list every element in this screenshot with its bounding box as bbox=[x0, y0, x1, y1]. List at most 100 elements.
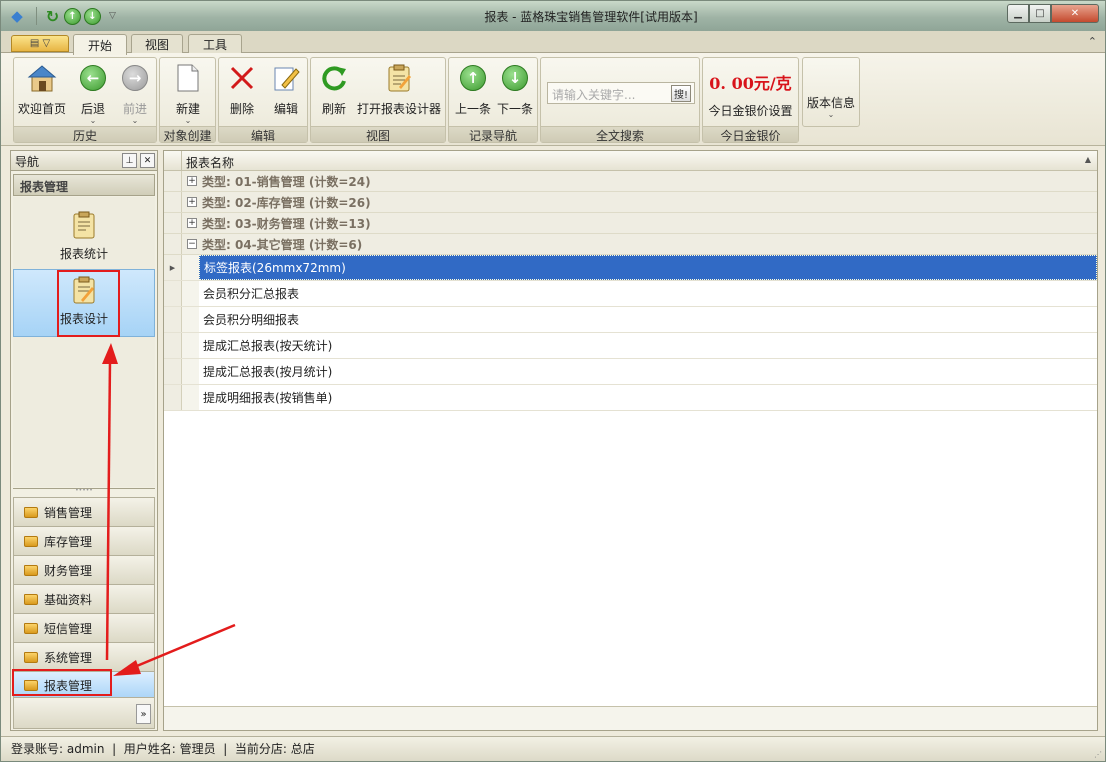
nav-bar-finance[interactable]: 财务管理 bbox=[13, 555, 155, 584]
report-grid: 报表名称 ▲ + 类型: 01-销售管理 (计数=24) + 类型: 02-库存管理 … bbox=[163, 150, 1098, 731]
table-row[interactable]: 提成汇总报表(按天统计) bbox=[164, 333, 1097, 359]
group-search-label: 全文搜索 bbox=[541, 126, 699, 143]
back-button[interactable]: ← 后退 ⌄ bbox=[78, 62, 108, 125]
group-create-label: 对象创建 bbox=[160, 126, 215, 143]
group-history-label: 历史 bbox=[14, 126, 156, 143]
tab-view[interactable]: 视图 bbox=[131, 34, 183, 54]
folder-icon bbox=[24, 564, 38, 576]
edit-pencil-icon bbox=[271, 62, 301, 94]
expand-plus-icon[interactable]: + bbox=[187, 197, 197, 207]
group-gold-label: 今日金银价 bbox=[703, 126, 798, 143]
nav-close-icon[interactable]: ✕ bbox=[140, 153, 155, 168]
grid-header: 报表名称 ▲ bbox=[164, 151, 1097, 171]
up-arrow-icon: ↑ bbox=[460, 65, 486, 91]
expand-plus-icon[interactable]: + bbox=[187, 176, 197, 186]
status-bar: 登录账号: admin | 用户姓名: 管理员 | 当前分店: 总店 ⋰ bbox=[1, 736, 1105, 761]
welcome-button[interactable]: 欢迎首页 bbox=[18, 62, 66, 117]
ribbon: 欢迎首页 ← 后退 ⌄ → 前进 ⌄ 历史 新建 ⌄ 对象创建 删除 编辑 编辑… bbox=[1, 53, 1105, 146]
folder-icon bbox=[24, 535, 38, 547]
new-button[interactable]: 新建 ⌄ bbox=[173, 62, 203, 125]
customize-qat-icon[interactable]: ▽ bbox=[104, 8, 121, 25]
app-window: ◆ ↻ ↑ ↓ ▽ 报表 - 蓝格珠宝销售管理软件[试用版本] ▁ □ ✕ ▤ … bbox=[0, 0, 1106, 762]
row-pointer-icon: ▶ bbox=[164, 255, 182, 280]
table-row[interactable]: ▶ 标签报表(26mmx72mm) bbox=[164, 255, 1097, 281]
sort-up-icon: ▲ bbox=[1084, 155, 1091, 164]
grid-header-indicator bbox=[164, 151, 182, 170]
refresh-quick-icon[interactable]: ↻ bbox=[44, 7, 61, 26]
nav-header: 导航 ⊥ ✕ bbox=[11, 151, 157, 171]
nav-splitter[interactable]: ••••• bbox=[13, 488, 155, 494]
ribbon-collapse-icon[interactable]: ⌃ bbox=[1088, 35, 1097, 48]
title-bar: ◆ ↻ ↑ ↓ ▽ 报表 - 蓝格珠宝销售管理软件[试用版本] ▁ □ ✕ bbox=[1, 1, 1105, 31]
delete-button[interactable]: 删除 bbox=[227, 62, 257, 117]
group-row[interactable]: + 类型: 03-财务管理 (计数=13) bbox=[164, 213, 1097, 234]
back-dropdown-icon: ⌄ bbox=[89, 116, 97, 125]
nav-bar-inventory[interactable]: 库存管理 bbox=[13, 526, 155, 555]
nav-bar-basic-data[interactable]: 基础资料 bbox=[13, 584, 155, 613]
tab-tools[interactable]: 工具 bbox=[188, 34, 242, 54]
home-icon bbox=[27, 62, 57, 94]
group-search: 请输入关键字... 搜! 全文搜索 bbox=[540, 57, 700, 143]
group-edit-label: 编辑 bbox=[219, 126, 307, 143]
report-designer-icon bbox=[384, 62, 414, 94]
column-header-report-name[interactable]: 报表名称 ▲ bbox=[182, 151, 1097, 170]
annotation-box-report-design bbox=[57, 270, 120, 337]
resize-grip-icon[interactable]: ⋰ bbox=[1094, 750, 1102, 759]
nav-bar-sales[interactable]: 销售管理 bbox=[13, 497, 155, 526]
status-text: 登录账号: admin | 用户姓名: 管理员 | 当前分店: 总店 bbox=[11, 742, 315, 756]
folder-icon bbox=[24, 593, 38, 605]
pin-icon[interactable]: ⊥ bbox=[122, 153, 137, 168]
down-arrow-icon: ↓ bbox=[502, 65, 528, 91]
refresh-button[interactable]: 刷新 bbox=[319, 62, 349, 117]
group-create: 新建 ⌄ 对象创建 bbox=[159, 57, 216, 143]
edit-button[interactable]: 编辑 bbox=[271, 62, 301, 117]
next-record-button[interactable]: ↓ 下一条 bbox=[497, 62, 533, 117]
version-info-button[interactable]: 版本信息 ⌄ bbox=[807, 94, 855, 119]
application-menu-button[interactable]: ▤ ▽ bbox=[11, 35, 69, 52]
tab-start[interactable]: 开始 bbox=[73, 34, 127, 55]
down-quick-icon[interactable]: ↓ bbox=[84, 7, 101, 25]
up-quick-icon[interactable]: ↑ bbox=[64, 7, 81, 25]
forward-arrow-icon: → bbox=[122, 65, 148, 91]
ribbon-tab-row: ▤ ▽ 开始 视图 工具 ⌃ bbox=[1, 31, 1105, 55]
group-history: 欢迎首页 ← 后退 ⌄ → 前进 ⌄ 历史 bbox=[13, 57, 157, 143]
refresh-icon bbox=[319, 62, 349, 94]
nav-item-report-stats[interactable]: 报表统计 bbox=[13, 205, 155, 269]
app-diamond-icon[interactable]: ◆ bbox=[5, 5, 29, 27]
search-button[interactable]: 搜! bbox=[671, 85, 691, 102]
previous-record-button[interactable]: ↑ 上一条 bbox=[455, 62, 491, 117]
navigation-panel: 导航 ⊥ ✕ 报表管理 报表统计 报表设计 ••••• 销售管理 库存管理 财务 bbox=[10, 150, 158, 731]
minimize-button[interactable]: ▁ bbox=[1007, 4, 1029, 23]
window-controls: ▁ □ ✕ bbox=[1007, 4, 1099, 23]
group-edit: 删除 编辑 编辑 bbox=[218, 57, 308, 143]
close-button[interactable]: ✕ bbox=[1051, 4, 1099, 23]
group-row[interactable]: + 类型: 02-库存管理 (计数=26) bbox=[164, 192, 1097, 213]
nav-expand-chevron-icon[interactable]: » bbox=[136, 704, 151, 724]
delete-x-icon bbox=[227, 62, 257, 94]
gold-price-setting-button[interactable]: 今日金银价设置 bbox=[703, 102, 798, 119]
collapse-minus-icon[interactable]: − bbox=[187, 239, 197, 249]
nav-bar-system[interactable]: 系统管理 bbox=[13, 642, 155, 671]
nav-title: 导航 bbox=[15, 155, 40, 169]
group-row[interactable]: − 类型: 04-其它管理 (计数=6) bbox=[164, 234, 1097, 255]
table-row[interactable]: 提成明细报表(按销售单) bbox=[164, 385, 1097, 411]
table-row[interactable]: 会员积分明细报表 bbox=[164, 307, 1097, 333]
folder-icon bbox=[24, 622, 38, 634]
table-row[interactable]: 会员积分汇总报表 bbox=[164, 281, 1097, 307]
back-arrow-icon: ← bbox=[80, 65, 106, 91]
nav-bar-sms[interactable]: 短信管理 bbox=[13, 613, 155, 642]
clipboard-icon bbox=[71, 211, 97, 239]
group-view-label: 视图 bbox=[311, 126, 445, 143]
table-row[interactable]: 提成汇总报表(按月统计) bbox=[164, 359, 1097, 385]
forward-dropdown-icon: ⌄ bbox=[131, 116, 139, 125]
grid-footer bbox=[164, 706, 1097, 730]
maximize-button[interactable]: □ bbox=[1029, 4, 1051, 23]
qat-separator bbox=[36, 7, 37, 25]
new-dropdown-icon: ⌄ bbox=[184, 116, 192, 125]
group-view: 刷新 打开报表设计器 视图 bbox=[310, 57, 446, 143]
group-row[interactable]: + 类型: 01-销售管理 (计数=24) bbox=[164, 171, 1097, 192]
group-record-nav: ↑ 上一条 ↓ 下一条 记录导航 bbox=[448, 57, 538, 143]
open-report-designer-button[interactable]: 打开报表设计器 bbox=[357, 62, 441, 117]
group-version: 版本信息 ⌄ bbox=[802, 57, 860, 127]
expand-plus-icon[interactable]: + bbox=[187, 218, 197, 228]
